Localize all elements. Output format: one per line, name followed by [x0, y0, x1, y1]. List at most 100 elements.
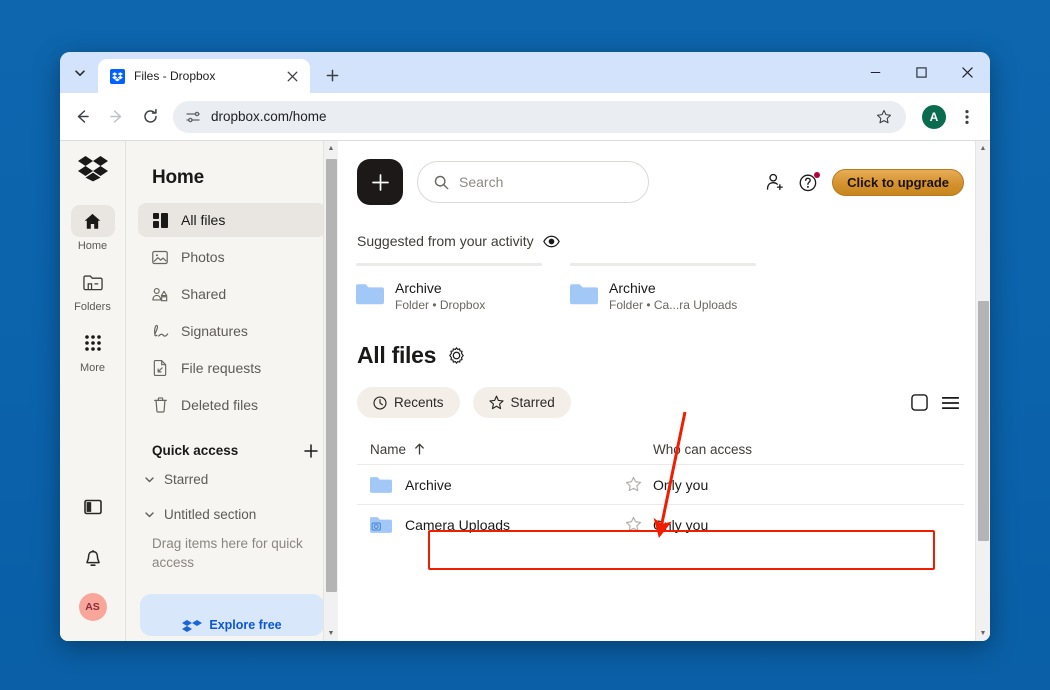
card-subtitle: Folder • Dropbox	[395, 298, 486, 312]
chip-starred[interactable]: Starred	[472, 387, 571, 418]
sidebar-item-file-requests[interactable]: File requests	[138, 351, 326, 385]
explore-free-label: Explore free	[209, 618, 282, 632]
file-name-cell: Archive	[370, 476, 625, 494]
sidebar-item-shared[interactable]: Shared	[138, 277, 326, 311]
card-text: Archive Folder • Dropbox	[395, 280, 485, 312]
close-button[interactable]	[944, 52, 990, 93]
scroll-up-icon[interactable]: ▲	[324, 141, 339, 156]
sidebar-item-all-files[interactable]: All files	[138, 203, 326, 237]
folder-icon	[356, 283, 384, 305]
forward-icon[interactable]	[100, 101, 132, 133]
sidebar-item-deleted-files[interactable]: Deleted files	[138, 388, 326, 422]
create-button[interactable]	[357, 159, 403, 205]
explore-free-card[interactable]: Explore free	[140, 594, 324, 636]
main-content: Search Click to upgrade Suggested from y…	[338, 141, 990, 641]
suggested-card[interactable]: Archive Folder • Ca...ra Uploads	[570, 263, 756, 312]
section-label: Starred	[164, 472, 209, 487]
column-header-name[interactable]: Name	[370, 442, 653, 457]
scroll-up-icon[interactable]: ▲	[976, 141, 991, 156]
rail-item-folders[interactable]: Folders	[65, 266, 121, 313]
column-label: Name	[370, 441, 407, 457]
table-row[interactable]: Camera Uploads Only you	[357, 504, 964, 544]
page-title: Home	[152, 167, 204, 188]
list-view-icon[interactable]	[942, 396, 959, 410]
tune-icon[interactable]	[185, 109, 201, 125]
profile-avatar[interactable]: A	[922, 104, 946, 129]
add-person-icon[interactable]	[766, 173, 785, 191]
sidebar-scrollbar[interactable]: ▲ ▼	[323, 141, 338, 641]
help-circle-icon[interactable]	[799, 171, 821, 192]
back-icon[interactable]	[66, 101, 98, 133]
file-table: Name Who can access Archive Only you Cam…	[357, 434, 964, 544]
tab-strip: Files - Dropbox	[60, 52, 990, 93]
upgrade-button[interactable]: Click to upgrade	[832, 168, 964, 196]
app-rail: Home Folders More AS	[60, 141, 126, 641]
minimize-button[interactable]	[852, 52, 898, 93]
content-scrollbar[interactable]: ▲ ▼	[975, 141, 990, 641]
signature-icon	[151, 324, 169, 339]
quick-access-header: Quick access	[126, 425, 338, 462]
bookmark-star-icon[interactable]	[870, 103, 898, 131]
sidebar-section-starred[interactable]: Starred	[126, 462, 338, 497]
scroll-down-icon[interactable]: ▼	[324, 626, 339, 641]
search-icon	[434, 175, 449, 190]
scrollbar-thumb[interactable]	[978, 301, 989, 541]
file-name-cell: Camera Uploads	[370, 516, 625, 534]
file-name: Camera Uploads	[405, 516, 511, 533]
scrollbar-thumb[interactable]	[326, 159, 337, 592]
address-bar[interactable]: dropbox.com/home	[173, 100, 906, 133]
page-content: Home Folders More AS Home All files Phot…	[60, 140, 990, 641]
chip-recents[interactable]: Recents	[357, 387, 460, 418]
star-outline-icon[interactable]	[625, 516, 653, 533]
kebab-menu-icon[interactable]	[954, 102, 980, 132]
file-access: Only you	[653, 516, 709, 533]
rail-label: Home	[77, 240, 108, 252]
grid-view-icon[interactable]	[911, 394, 928, 411]
card-divider	[570, 263, 756, 266]
folder-icon	[570, 283, 598, 305]
chevron-down-icon	[144, 474, 155, 485]
section-label: Untitled section	[164, 507, 257, 522]
suggested-cards: Archive Folder • Dropbox Archive Folder …	[356, 263, 964, 312]
folder-icon	[71, 266, 115, 298]
rail-item-home[interactable]: Home	[65, 205, 121, 252]
eye-icon[interactable]	[542, 235, 560, 248]
nav-sidebar-inner: Home All files Photos Shared Signatures …	[126, 141, 338, 641]
sidebar-item-label: Signatures	[181, 323, 248, 339]
search-input[interactable]: Search	[417, 161, 649, 203]
chip-label: Recents	[394, 395, 444, 410]
new-tab-button[interactable]	[318, 61, 346, 89]
dropbox-logo-icon[interactable]	[77, 155, 108, 187]
photo-icon	[151, 250, 169, 265]
sidebar-panel-icon[interactable]	[71, 489, 115, 525]
sidebar-item-label: File requests	[181, 360, 262, 376]
rail-label: More	[79, 362, 106, 374]
suggested-card[interactable]: Archive Folder • Dropbox	[356, 263, 542, 312]
sidebar-section-untitled[interactable]: Untitled section	[126, 497, 338, 532]
bell-icon[interactable]	[71, 541, 115, 577]
scroll-down-icon[interactable]: ▼	[976, 626, 991, 641]
plus-icon[interactable]	[304, 443, 318, 458]
maximize-button[interactable]	[898, 52, 944, 93]
dropbox-plan-icon	[182, 619, 203, 632]
view-toggles	[911, 394, 964, 411]
tab-search-button[interactable]	[66, 59, 94, 87]
quick-access-label: Quick access	[152, 443, 239, 458]
star-outline-icon[interactable]	[625, 476, 653, 493]
browser-tab[interactable]: Files - Dropbox	[98, 59, 310, 93]
close-icon[interactable]	[283, 67, 302, 86]
drag-hint-text: Drag items here for quick access	[152, 536, 303, 570]
column-header-access[interactable]: Who can access	[653, 442, 833, 457]
sidebar-item-signatures[interactable]: Signatures	[138, 314, 326, 348]
content-top-actions: Search Click to upgrade	[356, 159, 964, 205]
rail-item-more[interactable]: More	[65, 327, 121, 374]
gear-icon[interactable]	[448, 347, 465, 364]
reload-icon[interactable]	[134, 101, 166, 133]
url-text: dropbox.com/home	[211, 109, 327, 124]
file-name: Archive	[405, 476, 452, 493]
sidebar-item-photos[interactable]: Photos	[138, 240, 326, 274]
browser-window: Files - Dropbox dropbox.com/home A Home …	[60, 52, 990, 641]
table-row[interactable]: Archive Only you	[357, 464, 964, 504]
search-placeholder: Search	[459, 174, 504, 190]
user-avatar[interactable]: AS	[78, 593, 107, 621]
